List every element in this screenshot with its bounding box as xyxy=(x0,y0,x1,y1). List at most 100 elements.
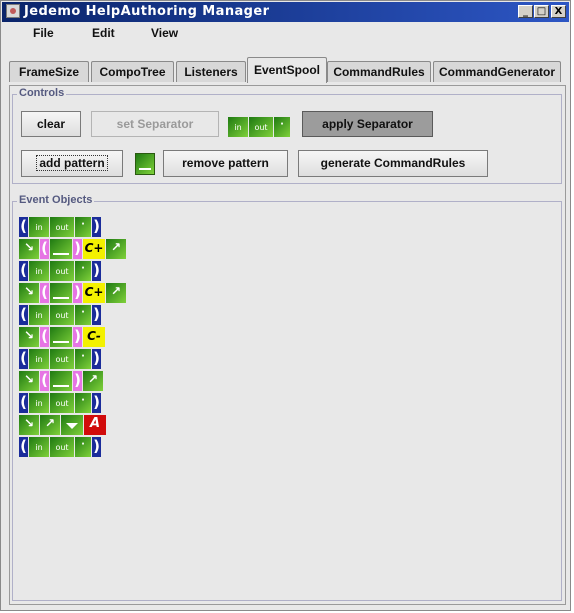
c-plus-tile[interactable]: C+ xyxy=(83,283,105,303)
out-tile[interactable]: out xyxy=(50,393,74,413)
dot-tile[interactable]: · xyxy=(75,393,91,413)
underscore-tile[interactable] xyxy=(50,371,72,391)
generate-commandrules-button[interactable]: generate CommandRules xyxy=(298,150,488,177)
close-button[interactable]: X xyxy=(551,5,566,18)
in-tile[interactable]: in xyxy=(29,349,49,369)
in-tile-glyph: in xyxy=(35,223,43,232)
menu-file[interactable]: File xyxy=(33,26,54,40)
dot-tile-glyph: · xyxy=(81,351,85,362)
pink-open-paren-tile[interactable]: ( xyxy=(40,371,49,391)
menu-edit[interactable]: Edit xyxy=(92,26,115,40)
dot-tile-glyph: · xyxy=(81,263,85,274)
close-paren-tile[interactable]: ) xyxy=(92,305,101,325)
tab-commandgenerator[interactable]: CommandGenerator xyxy=(433,61,561,82)
arrow-in-icon[interactable]: ↘ xyxy=(19,327,39,347)
arrow-in-icon[interactable]: ↘ xyxy=(19,415,39,435)
remove-pattern-button[interactable]: remove pattern xyxy=(163,150,288,177)
out-tile-glyph: out xyxy=(55,355,69,364)
set-separator-button[interactable]: set Separator xyxy=(91,111,219,137)
c-plus-tile[interactable]: C+ xyxy=(83,239,105,259)
controls-group: Controls clear set Separator in out · ap… xyxy=(12,87,562,184)
in-tile[interactable]: in xyxy=(29,261,49,281)
open-paren-tile-glyph: ( xyxy=(20,393,27,411)
arrow-out-icon[interactable]: ↗ xyxy=(83,371,103,391)
underscore-tile[interactable] xyxy=(50,239,72,259)
menu-view[interactable]: View xyxy=(151,26,178,40)
close-paren-tile[interactable]: ) xyxy=(92,217,101,237)
open-paren-tile[interactable]: ( xyxy=(19,305,28,325)
triangle-down-icon[interactable] xyxy=(61,415,83,435)
dot-tile[interactable]: · xyxy=(75,349,91,369)
separator-out-tile: out xyxy=(249,117,273,137)
dot-tile[interactable]: · xyxy=(75,261,91,281)
close-paren-tile[interactable]: ) xyxy=(92,393,101,413)
out-tile-glyph: out xyxy=(55,443,69,452)
out-tile[interactable]: out xyxy=(50,437,74,457)
in-tile[interactable]: in xyxy=(29,217,49,237)
pink-open-paren-tile-glyph: ( xyxy=(41,283,48,301)
pink-close-paren-tile[interactable]: ) xyxy=(73,327,82,347)
close-paren-tile[interactable]: ) xyxy=(92,437,101,457)
close-paren-tile[interactable]: ) xyxy=(92,261,101,281)
open-paren-tile[interactable]: ( xyxy=(19,261,28,281)
arrow-in-icon-glyph: ↘ xyxy=(23,328,35,342)
arrow-out-icon[interactable]: ↗ xyxy=(106,283,126,303)
dot-tile-glyph: · xyxy=(81,439,85,450)
in-tile[interactable]: in xyxy=(29,393,49,413)
a-tile[interactable]: A xyxy=(84,415,106,435)
open-paren-tile-glyph: ( xyxy=(20,437,27,455)
close-paren-tile-glyph: ) xyxy=(93,261,100,279)
open-paren-tile[interactable]: ( xyxy=(19,393,28,413)
pink-close-paren-tile[interactable]: ) xyxy=(73,371,82,391)
open-paren-tile[interactable]: ( xyxy=(19,437,28,457)
pink-open-paren-tile[interactable]: ( xyxy=(40,327,49,347)
apply-separator-button[interactable]: apply Separator xyxy=(302,111,433,137)
out-tile[interactable]: out xyxy=(50,261,74,281)
underscore-tile[interactable] xyxy=(50,283,72,303)
minimize-button[interactable]: _ xyxy=(518,5,533,18)
arrow-out-icon-glyph: ↗ xyxy=(110,240,122,254)
close-paren-tile[interactable]: ) xyxy=(92,349,101,369)
arrow-in-icon[interactable]: ↘ xyxy=(19,239,39,259)
eventspool-panel: Controls clear set Separator in out · ap… xyxy=(9,85,566,605)
arrow-in-icon[interactable]: ↘ xyxy=(19,283,39,303)
separator-preview: in out · xyxy=(228,117,296,137)
c-plus-tile-glyph: C+ xyxy=(84,285,104,299)
in-tile[interactable]: in xyxy=(29,437,49,457)
clear-button[interactable]: clear xyxy=(21,111,81,137)
underscore-glyph xyxy=(53,341,69,343)
pink-close-paren-tile[interactable]: ) xyxy=(73,283,82,303)
open-paren-tile[interactable]: ( xyxy=(19,217,28,237)
out-tile[interactable]: out xyxy=(50,305,74,325)
out-tile[interactable]: out xyxy=(50,349,74,369)
underscore-glyph xyxy=(139,168,151,170)
dot-tile[interactable]: · xyxy=(75,217,91,237)
tab-listeners[interactable]: Listeners xyxy=(176,61,246,82)
out-tile[interactable]: out xyxy=(50,217,74,237)
arrow-in-icon[interactable]: ↘ xyxy=(19,371,39,391)
open-paren-tile[interactable]: ( xyxy=(19,349,28,369)
tab-framesize[interactable]: FrameSize xyxy=(9,61,89,82)
menu-bar: File Edit View xyxy=(2,23,569,45)
pink-open-paren-tile[interactable]: ( xyxy=(40,239,49,259)
arrow-out-icon[interactable]: ↗ xyxy=(106,239,126,259)
maximize-button[interactable]: □ xyxy=(534,5,549,18)
tab-compotree[interactable]: CompoTree xyxy=(91,61,174,82)
pink-open-paren-tile[interactable]: ( xyxy=(40,283,49,303)
add-pattern-button[interactable]: add pattern xyxy=(21,150,123,177)
out-tile-glyph: out xyxy=(55,267,69,276)
event-objects-title: Event Objects xyxy=(17,194,95,206)
arrow-out-icon[interactable]: ↗ xyxy=(40,415,60,435)
tab-commandrules[interactable]: CommandRules xyxy=(327,61,431,82)
title-bar[interactable]: Jedemo HelpAuthoring Manager _ □ X xyxy=(2,2,569,22)
dot-tile[interactable]: · xyxy=(75,305,91,325)
c-minus-tile[interactable]: C- xyxy=(83,327,105,347)
pink-open-paren-tile-glyph: ( xyxy=(41,371,48,389)
pink-close-paren-tile[interactable]: ) xyxy=(73,239,82,259)
tab-eventspool[interactable]: EventSpool xyxy=(247,57,327,83)
underscore-tile[interactable] xyxy=(50,327,72,347)
pink-close-paren-tile-glyph: ) xyxy=(74,283,81,301)
dot-tile[interactable]: · xyxy=(75,437,91,457)
event-objects-group: Event Objects (in out ·) ↘() C+ ↗(in out ·) ↘() C… xyxy=(12,194,562,601)
in-tile[interactable]: in xyxy=(29,305,49,325)
